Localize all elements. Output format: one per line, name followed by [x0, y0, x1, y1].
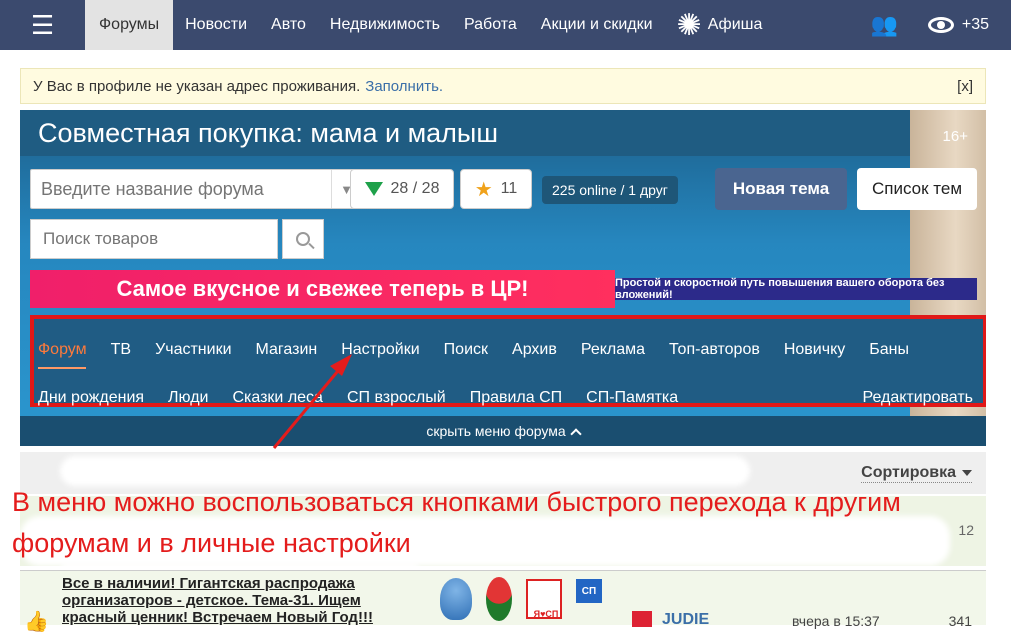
notice-text: У Вас в профиле не указан адрес проживан… — [33, 77, 361, 95]
menu-edit-link[interactable]: Редактировать — [862, 383, 973, 413]
nav-item-auto[interactable]: Авто — [259, 0, 318, 50]
menu-item-bans[interactable]: Баны — [869, 341, 909, 359]
topic-reply-count: 341 — [948, 613, 972, 629]
views-count: +35 — [961, 16, 989, 33]
rose-icon — [486, 577, 512, 621]
nav-item-jobs[interactable]: Работа — [452, 0, 529, 50]
sort-dropdown[interactable]: Сортировка — [861, 464, 972, 483]
menu-item-ads[interactable]: Реклама — [581, 341, 645, 359]
hide-menu-label: скрыть меню форума — [426, 423, 566, 439]
forum-title: Совместная покупка: мама и малыш — [38, 118, 498, 148]
topic-title-link[interactable]: Все в наличии! Гигантская распродажа орг… — [62, 575, 402, 626]
filter-count: 28 / 28 — [390, 180, 440, 197]
goods-search-input[interactable] — [31, 228, 277, 250]
nav-item-forums[interactable]: Форумы — [85, 0, 174, 50]
menu-item-top-authors[interactable]: Топ-авторов — [669, 341, 760, 359]
sort-label: Сортировка — [861, 464, 956, 481]
topic-list-button[interactable]: Список тем — [857, 168, 977, 210]
nav-item-realty[interactable]: Недвижимость — [318, 0, 452, 50]
chevron-up-icon — [569, 427, 582, 440]
menu-item-forum[interactable]: Форум — [38, 341, 87, 359]
forum-search-input[interactable] — [31, 177, 321, 201]
notice-close-button[interactable]: [x] — [957, 78, 973, 95]
menu-item-newbie[interactable]: Новичку — [784, 341, 845, 359]
hamburger-menu-icon[interactable]: ☰ — [0, 0, 85, 50]
online-counter[interactable]: 225 online / 1 друг — [542, 176, 678, 204]
promo-banner-secondary[interactable]: Простой и скоростной путь повышения ваше… — [615, 277, 977, 301]
forum-menu-row2: Дни рождения Люди Сказки леса СП взрослы… — [34, 383, 678, 413]
promo-banner[interactable]: Самое вкусное и свежее теперь в ЦР! — [30, 270, 615, 308]
snow-maiden-icon — [440, 578, 472, 620]
menu-item-forest-tales[interactable]: Сказки леса — [232, 389, 322, 407]
age-rating: 16+ — [942, 128, 968, 145]
forum-menu: Форум ТВ Участники Магазин Настройки Пои… — [30, 315, 986, 407]
topic-badges: СП — [440, 577, 602, 621]
views-counter[interactable]: +35 — [927, 16, 989, 34]
topic-last-post-date: вчера в 15:37 — [792, 613, 880, 629]
nav-item-news[interactable]: Новости — [173, 0, 259, 50]
top-navigation: ☰ Форумы Новости Авто Недвижимость Работ… — [0, 0, 1011, 50]
notice-fill-link[interactable]: Заполнить. — [365, 78, 443, 95]
new-topic-button[interactable]: Новая тема — [715, 168, 847, 210]
menu-item-birthdays[interactable]: Дни рождения — [38, 389, 144, 407]
forum-banner: Совместная покупка: мама и малыш 16+ ▼ 2… — [20, 110, 986, 446]
afisha-label: Афиша — [707, 16, 763, 33]
menu-item-settings[interactable]: Настройки — [341, 341, 419, 359]
menu-item-shop[interactable]: Магазин — [256, 341, 318, 359]
nav-item-afisha[interactable]: ✺ Афиша — [665, 0, 775, 50]
sp-icon: СП — [576, 579, 602, 603]
search-icon — [296, 232, 310, 246]
menu-item-tv[interactable]: ТВ — [111, 341, 131, 359]
star-icon: ★ — [474, 178, 493, 201]
thumbs-up-icon: 👍 — [24, 611, 49, 633]
favorites-count: 11 — [500, 180, 518, 197]
menu-item-sp-adult[interactable]: СП взрослый — [347, 389, 446, 407]
menu-item-search[interactable]: Поиск — [444, 341, 488, 359]
afisha-logo-icon: ✺ — [676, 8, 702, 42]
goods-search-button[interactable] — [282, 219, 324, 259]
instruction-annotation: В меню можно воспользоваться кнопками бы… — [12, 487, 901, 558]
menu-item-archive[interactable]: Архив — [512, 341, 557, 359]
menu-item-people[interactable]: Люди — [168, 389, 208, 407]
eye-icon — [927, 17, 954, 33]
caret-down-icon — [962, 470, 972, 476]
menu-item-sp-rules[interactable]: Правила СП — [470, 389, 562, 407]
menu-item-members[interactable]: Участники — [155, 341, 231, 359]
goods-search — [30, 219, 278, 259]
favorites-button[interactable]: ★ 11 — [460, 169, 532, 209]
topic-row[interactable]: 👍 Все в наличии! Гигантская распродажа о… — [20, 570, 986, 633]
gift-heart-sp-icon — [524, 579, 568, 619]
forum-menu-row1: Форум ТВ Участники Магазин Настройки Пои… — [34, 335, 909, 365]
topic-author[interactable]: JUDIE — [662, 611, 709, 629]
menu-item-sp-memo[interactable]: СП-Памятка — [586, 389, 678, 407]
friends-icon[interactable]: 👥 — [870, 12, 897, 38]
filter-button[interactable]: 28 / 28 — [350, 169, 454, 209]
hide-menu-toggle[interactable]: скрыть меню форума — [20, 416, 986, 446]
forum-search: ▼ — [30, 169, 362, 209]
filter-icon — [364, 182, 383, 196]
active-menu-underline — [38, 367, 86, 369]
profile-notice: У Вас в профиле не указан адрес проживан… — [20, 68, 986, 104]
nav-item-deals[interactable]: Акции и скидки — [529, 0, 665, 50]
